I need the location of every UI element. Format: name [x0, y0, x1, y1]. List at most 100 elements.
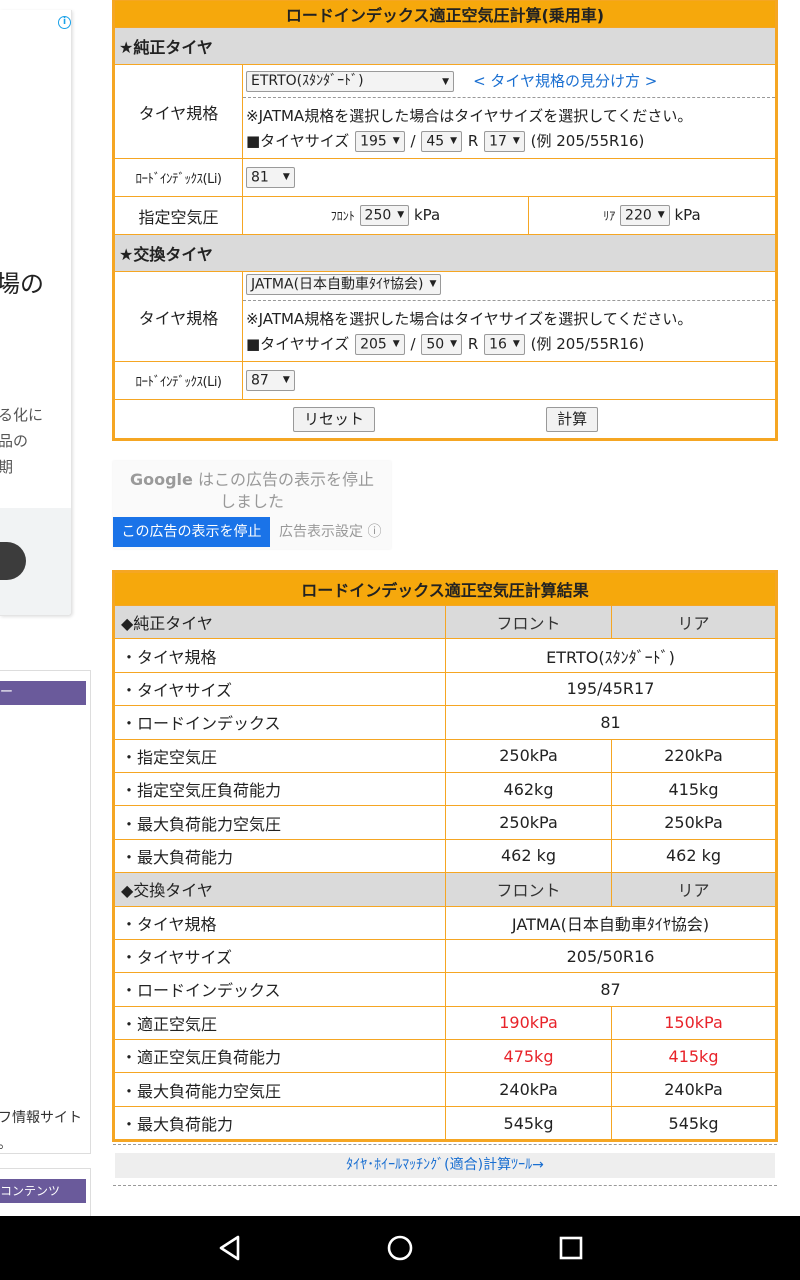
row-rear-value: 250kPa [611, 805, 776, 840]
row-value: JATMA(日本自動車ﾀｲﾔ協会) [445, 905, 776, 940]
table-row: ・指定空気圧負荷能力 462kg 415kg [114, 771, 776, 807]
row-value: ETRTO(ｽﾀﾝﾀﾞｰﾄﾞ) [445, 638, 776, 673]
ad-info-icon[interactable]: i [58, 16, 71, 29]
row-value: 205/50R16 [445, 938, 776, 974]
oem-rim-select[interactable]: 17 ▼ [484, 131, 525, 152]
ad-heading: 場の [0, 270, 44, 298]
recents-icon[interactable] [557, 1234, 585, 1262]
replacement-load-index-label: ﾛｰﾄﾞｲﾝﾃﾞｯｸｽ(Li) [114, 361, 243, 400]
ad-cta-button[interactable] [0, 542, 26, 580]
ad-settings-link[interactable]: 広告表示設定 ⓘ [279, 517, 391, 547]
replacement-aspect-value: 50 [426, 336, 445, 353]
home-icon[interactable] [386, 1234, 414, 1262]
size-r-label: R [467, 335, 479, 353]
table-row: ・タイヤ規格 ETRTO(ｽﾀﾝﾀﾞｰﾄﾞ) [114, 638, 776, 673]
ad-stopped-line1: はこの広告の表示を停止 [197, 470, 374, 489]
oem-aspect-select[interactable]: 45 ▼ [421, 131, 463, 152]
ad-body-line: る化に [0, 406, 44, 424]
google-ad-stopped: Google はこの広告の表示を停止 しました この広告の表示を停止 広告表示設… [113, 461, 391, 549]
left-sidebar: i × 場の る化に 品の 期 ー フ情報サイト 。 コンテンツ [0, 0, 100, 1216]
stop-ad-button[interactable]: この広告の表示を停止 [113, 517, 270, 547]
row-value: 195/45R17 [445, 671, 776, 707]
row-label: ・タイヤ規格 [114, 905, 446, 940]
result-replacement-section: ◆交換タイヤ [114, 872, 446, 907]
tire-spec-label: タイヤ規格 [114, 64, 243, 159]
row-rear-value: 220kPa [611, 738, 776, 773]
sidebar-widget-text: フ情報サイト 。 [0, 1105, 82, 1157]
oem-width-value: 195 [360, 133, 387, 150]
tool-link-container: ﾀｲﾔ･ﾎｲｰﾙﾏｯﾁﾝｸﾞ(適合)計算ﾂｰﾙ→ [113, 1144, 777, 1186]
ad-stopped-message: Google はこの広告の表示を停止 しました [113, 469, 391, 513]
calculate-button[interactable]: 計算 [546, 406, 599, 432]
chevron-down-icon: ▼ [429, 279, 437, 289]
sidebar-widget-line: 。 [0, 1131, 82, 1157]
row-rear-value: 462 kg [611, 838, 776, 874]
sidebar-ad-card[interactable]: i × 場の る化に 品の 期 [0, 10, 72, 616]
row-front-value: 462kg [445, 771, 612, 807]
oem-load-index-value: 81 [251, 169, 269, 186]
oem-rim-value: 17 [489, 133, 507, 150]
jatma-note: ※JATMA規格を選択した場合はタイヤサイズを選択してください。 [246, 310, 693, 328]
table-row: ・最大負荷能力 462 kg 462 kg [114, 838, 776, 874]
reset-button[interactable]: リセット [293, 406, 376, 432]
chevron-down-icon: ▼ [282, 375, 290, 385]
rear-pressure-select[interactable]: 220 ▼ [620, 205, 670, 226]
row-label: ・最大負荷能力 [114, 838, 446, 874]
replacement-size-row: ■タイヤサイズ 205 ▼ / 50 ▼ R 16 ▼ (例 205/55R16) [243, 329, 775, 361]
table-row: ・ロードインデックス 81 [114, 705, 776, 740]
table-row: ・タイヤ規格 JATMA(日本自動車ﾀｲﾔ協会) [114, 905, 776, 940]
row-label: ・最大負荷能力 [114, 1105, 446, 1141]
replacement-width-select[interactable]: 205 ▼ [355, 334, 405, 355]
replacement-standard-select[interactable]: JATMA(日本自動車ﾀｲﾔ協会) ▼ [246, 274, 442, 295]
replacement-rim-select[interactable]: 16 ▼ [484, 334, 525, 355]
sidebar-widget-header: コンテンツ [0, 1179, 86, 1203]
row-value: 87 [445, 972, 776, 1007]
back-icon[interactable] [216, 1234, 244, 1262]
row-rear-value-highlight: 415kg [611, 1039, 776, 1074]
replacement-load-index-value: 87 [251, 372, 269, 389]
row-rear-value: 545kg [611, 1105, 776, 1141]
result-title: ロードインデックス適正空気圧計算結果 [114, 572, 776, 606]
replacement-standard-value: JATMA(日本自動車ﾀｲﾔ協会) [251, 276, 424, 293]
spec-guide-link[interactable]: < タイヤ規格の見分け方 > [473, 72, 657, 90]
front-header: フロント [445, 604, 612, 640]
tire-spec-label: タイヤ規格 [114, 271, 243, 362]
oem-load-index-select[interactable]: 81 ▼ [246, 167, 295, 188]
row-front-value-highlight: 190kPa [445, 1005, 612, 1041]
front-pressure-value: 250 [364, 207, 392, 224]
ad-stopped-line2: しました [219, 492, 284, 511]
sidebar-widget-header: ー [0, 681, 86, 705]
replacement-load-index-cell: 87 ▼ [242, 361, 776, 400]
rear-header: リア [611, 604, 776, 640]
row-label: ・適正空気圧 [114, 1005, 446, 1041]
action-row: リセット 計算 [114, 399, 776, 439]
size-r-label: R [467, 132, 479, 150]
wheel-matching-tool-link[interactable]: ﾀｲﾔ･ﾎｲｰﾙﾏｯﾁﾝｸﾞ(適合)計算ﾂｰﾙ→ [115, 1153, 775, 1178]
replacement-rim-value: 16 [489, 336, 507, 353]
oem-tire-section-header: ★純正タイヤ [114, 27, 776, 65]
oem-width-select[interactable]: 195 ▼ [355, 131, 405, 152]
front-pressure-select[interactable]: 250 ▼ [359, 205, 410, 226]
row-label: ・タイヤサイズ [114, 671, 446, 707]
oem-standard-select[interactable]: ETRTO(ｽﾀﾝﾀﾞｰﾄﾞ) ▼ [246, 71, 454, 92]
replacement-aspect-select[interactable]: 50 ▼ [421, 334, 463, 355]
replacement-tire-spec-cell: JATMA(日本自動車ﾀｲﾔ協会) ▼ ※JATMA規格を選択した場合はタイヤサイ… [242, 271, 776, 362]
row-front-value-highlight: 475kg [445, 1039, 612, 1074]
android-nav-bar [0, 1216, 800, 1280]
row-label: ・ロードインデックス [114, 705, 446, 740]
oem-load-index-label: ﾛｰﾄﾞｲﾝﾃﾞｯｸｽ(Li) [114, 158, 243, 197]
chevron-down-icon: ▼ [282, 172, 290, 182]
replacement-load-index-select[interactable]: 87 ▼ [246, 370, 295, 391]
front-pressure-cell: ﾌﾛﾝﾄ 250 ▼ kPa [242, 196, 529, 235]
table-row: ・最大負荷能力空気圧 250kPa 250kPa [114, 805, 776, 840]
chevron-down-icon: ▼ [392, 339, 400, 349]
chevron-down-icon: ▼ [442, 77, 449, 87]
replacement-tire-section-header: ★交換タイヤ [114, 234, 776, 272]
row-rear-value-highlight: 150kPa [611, 1005, 776, 1041]
rear-pressure-value: 220 [625, 207, 652, 224]
table-row: ・指定空気圧 250kPa 220kPa [114, 738, 776, 773]
row-rear-value: 415kg [611, 771, 776, 807]
oem-standard-value: ETRTO(ｽﾀﾝﾀﾞｰﾄﾞ) [251, 73, 364, 89]
row-label: ・タイヤ規格 [114, 638, 446, 673]
row-value: 81 [445, 705, 776, 740]
